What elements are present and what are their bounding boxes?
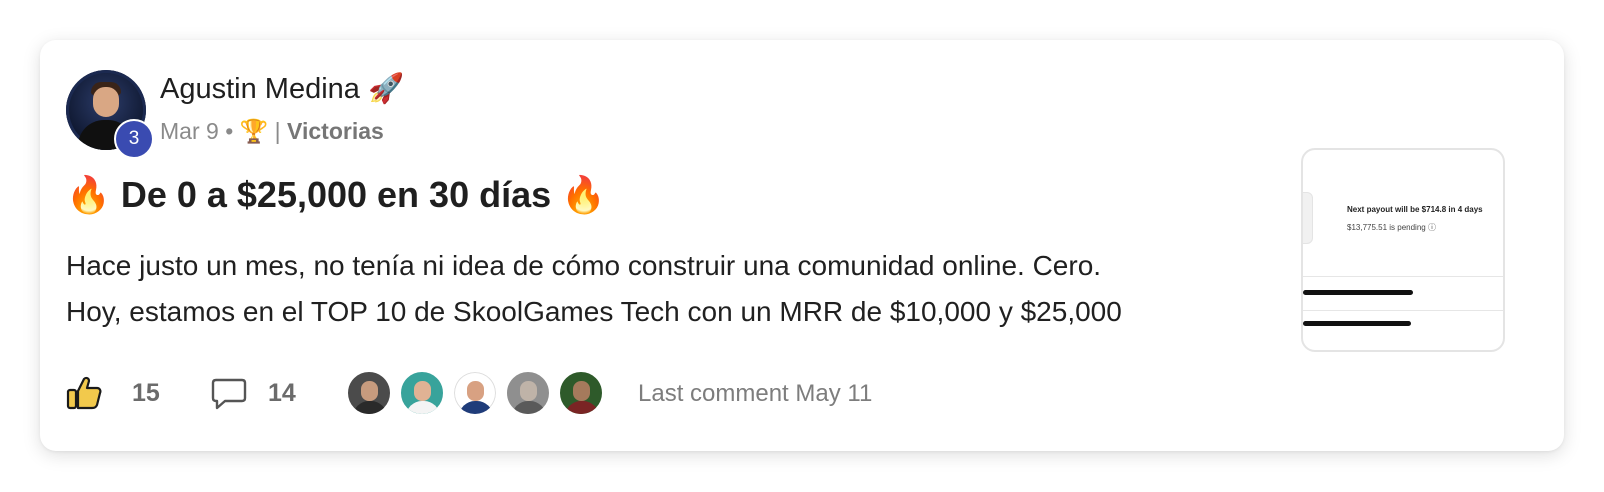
thumbnail-side-panel bbox=[1303, 192, 1313, 244]
thumbnail-redaction bbox=[1303, 321, 1411, 326]
post-thumbnail[interactable]: Next payout will be $714.8 in 4 days $13… bbox=[1301, 148, 1505, 352]
commenter-avatar[interactable] bbox=[558, 370, 604, 416]
level-badge: 3 bbox=[114, 119, 154, 159]
thumbnail-pending-text: $13,775.51 is pending ⓘ bbox=[1347, 223, 1436, 232]
trophy-icon: 🏆 bbox=[239, 118, 269, 144]
author-name-row[interactable]: Agustin Medina 🚀 bbox=[160, 72, 404, 106]
post-meta: Mar 9 • 🏆 | Victorias bbox=[160, 118, 384, 145]
post-body-line: Hoy, estamos en el TOP 10 de SkoolGames … bbox=[66, 296, 1122, 327]
comment-count: 14 bbox=[268, 379, 296, 407]
commenter-avatar[interactable] bbox=[399, 370, 445, 416]
thumbnail-divider bbox=[1303, 276, 1503, 277]
comment-icon[interactable] bbox=[210, 377, 248, 411]
fire-icon: 🔥 bbox=[561, 174, 606, 215]
commenter-avatar[interactable] bbox=[505, 370, 551, 416]
like-count: 15 bbox=[132, 379, 160, 407]
meta-separator: • bbox=[225, 118, 234, 144]
thumbnail-payout-text: Next payout will be $714.8 in 4 days bbox=[1347, 205, 1483, 214]
thumbs-up-icon[interactable] bbox=[66, 375, 102, 411]
post-category[interactable]: Victorias bbox=[287, 118, 384, 144]
fire-icon: 🔥 bbox=[66, 174, 111, 215]
commenter-avatar[interactable] bbox=[452, 370, 498, 416]
post-date[interactable]: Mar 9 bbox=[160, 118, 219, 144]
meta-divider: | bbox=[274, 118, 281, 144]
post-title-text: De 0 a $25,000 en 30 días bbox=[120, 174, 552, 215]
post-body-line: Hace justo un mes, no tenía ni idea de c… bbox=[66, 250, 1102, 281]
rocket-emoji-icon: 🚀 bbox=[367, 73, 405, 105]
author-avatar[interactable]: 3 bbox=[66, 70, 154, 159]
commenter-avatar[interactable] bbox=[346, 370, 392, 416]
thumbnail-redaction bbox=[1303, 290, 1413, 295]
post-body[interactable]: Hace justo un mes, no tenía ni idea de c… bbox=[66, 243, 1266, 335]
last-comment-timestamp[interactable]: Last comment May 11 bbox=[638, 380, 872, 408]
post-title[interactable]: 🔥 De 0 a $25,000 en 30 días 🔥 bbox=[66, 174, 606, 216]
post-actions: 15 14 Last comment May 11 bbox=[66, 370, 966, 416]
thumbnail-divider bbox=[1303, 310, 1503, 311]
author-name[interactable]: Agustin Medina bbox=[160, 73, 360, 105]
post-card[interactable]: 3 Agustin Medina 🚀 Mar 9 • 🏆 | Victorias… bbox=[40, 40, 1564, 451]
